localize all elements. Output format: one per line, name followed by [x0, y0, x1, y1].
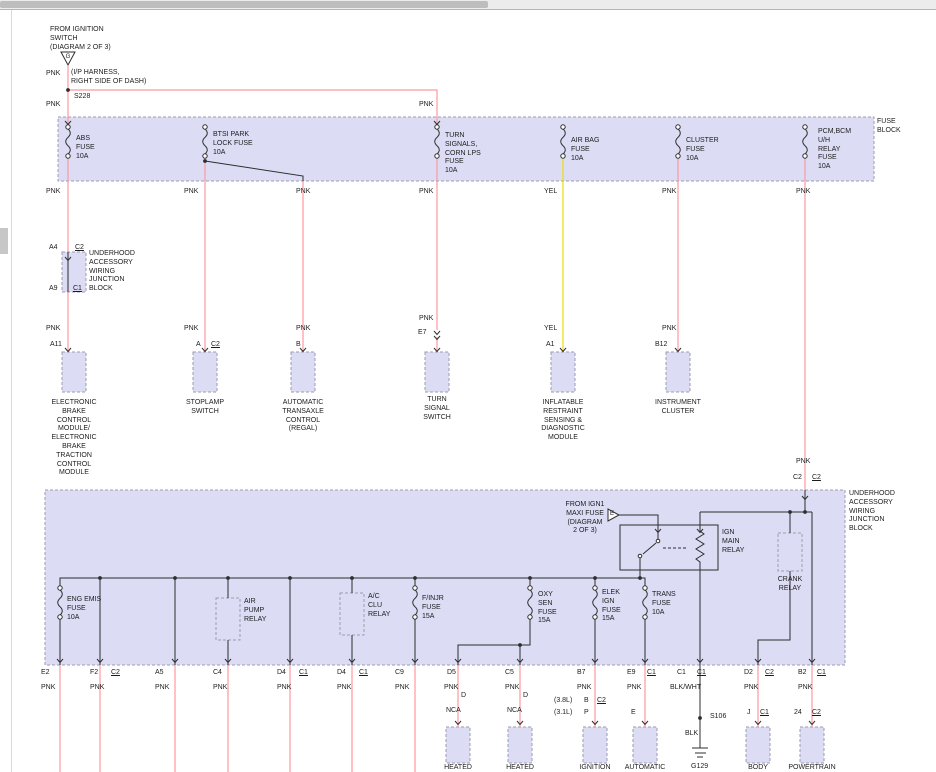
fuse-terminal [66, 125, 70, 129]
junction-dot [803, 510, 807, 514]
component-box-stoplamp-switch [193, 352, 217, 392]
component-box-ignition [583, 727, 607, 763]
junction-dot [413, 576, 417, 580]
connector-arrow-icon [434, 331, 440, 335]
fuse-block [58, 117, 874, 181]
triangle-g-icon [61, 52, 75, 65]
junction-dot [173, 576, 177, 580]
air-pump-relay-box [216, 598, 240, 640]
fuse-terminal [643, 586, 647, 590]
fuse-terminal [528, 586, 532, 590]
component-box-automatic [633, 727, 657, 763]
horizontal-scrollbar[interactable] [0, 0, 936, 10]
fuse-terminal [593, 586, 597, 590]
fuse-terminal [435, 154, 439, 158]
fuse-terminal [803, 125, 807, 129]
fuse-terminal [413, 586, 417, 590]
component-box-turn-signal-switch [425, 352, 449, 392]
fuse-terminal [676, 154, 680, 158]
wiring-diagram-canvas [0, 0, 936, 772]
fuse-terminal [593, 615, 597, 619]
junction-dot [203, 159, 207, 163]
junction-dot [98, 576, 102, 580]
fuse-terminal [66, 154, 70, 158]
junction-dot [638, 576, 642, 580]
fuse-terminal [435, 125, 439, 129]
junction-dot [528, 576, 532, 580]
ac-clu-relay-box [340, 593, 364, 635]
junction-dot [66, 88, 70, 92]
junction-dot [288, 576, 292, 580]
fuse-terminal [803, 154, 807, 158]
component-box-atc [291, 352, 315, 392]
horizontal-scrollbar-thumb[interactable] [0, 1, 488, 8]
component-box-ebcm [62, 352, 86, 392]
fuse-terminal [203, 125, 207, 129]
component-box-instrument-cluster [666, 352, 690, 392]
vertical-scrollbar-fragment[interactable] [0, 228, 8, 254]
fuse-terminal [58, 586, 62, 590]
junction-dot [518, 643, 522, 647]
relay-contact [656, 539, 660, 543]
fuse-terminal [561, 154, 565, 158]
fuse-terminal [528, 615, 532, 619]
fuse-terminal [203, 154, 207, 158]
junction-dot [226, 576, 230, 580]
fuse-terminal [643, 615, 647, 619]
crank-relay-box [778, 533, 802, 571]
fuse-terminal [58, 615, 62, 619]
component-box-powertrain [800, 727, 824, 763]
component-box-heated-o2-2 [508, 727, 532, 763]
fuse-terminal [413, 615, 417, 619]
junction-dot [593, 576, 597, 580]
component-box-body [746, 727, 770, 763]
wiring-diagram-viewer: FROM IGNITION SWITCH (DIAGRAM 2 OF 3)GPN… [0, 0, 936, 772]
junction-dot [788, 510, 792, 514]
page-edge-divider [11, 10, 12, 772]
fuse-terminal [561, 125, 565, 129]
component-box-heated-o2-1 [446, 727, 470, 763]
junction-dot [698, 716, 702, 720]
fuse-terminal [676, 125, 680, 129]
relay-contact [638, 554, 642, 558]
junction-dot [350, 576, 354, 580]
component-box-sdm [551, 352, 575, 392]
